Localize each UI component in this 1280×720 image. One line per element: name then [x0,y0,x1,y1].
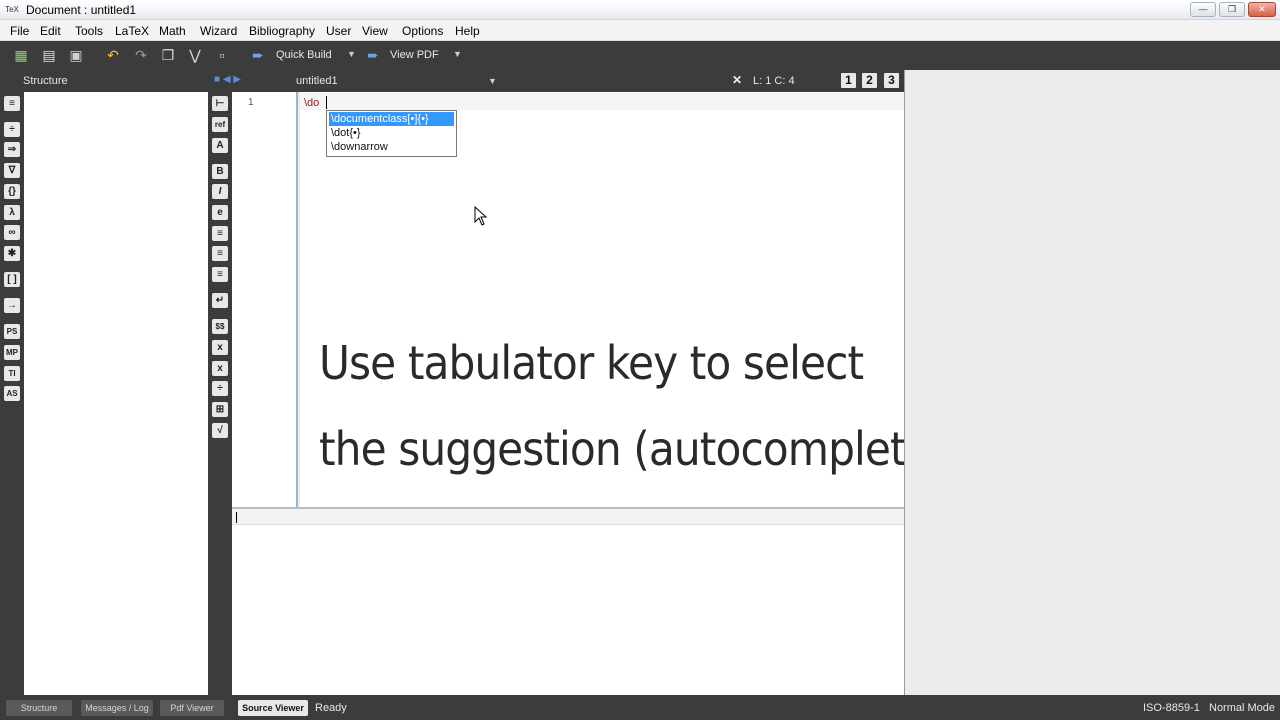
quick-build-dropdown-icon[interactable]: ▼ [347,49,356,59]
superscript-icon[interactable]: x [212,361,228,376]
matrix-icon[interactable]: ⊞ [212,402,228,417]
mouse-pointer-icon [474,206,488,226]
copy-icon[interactable]: ❐ [158,46,178,65]
nabla-icon[interactable]: ∇ [4,163,20,178]
menu-file[interactable]: File [10,24,29,38]
align-center-icon[interactable]: ≡ [212,246,228,261]
structure-title: Structure [23,75,68,87]
menu-math[interactable]: Math [159,24,186,38]
braces-icon[interactable]: {} [4,184,20,199]
cursor-position: L: 1 C: 4 [753,75,795,87]
redo-icon[interactable]: ↷ [131,46,151,65]
open-file-icon[interactable]: ▤ [39,46,59,65]
tutorial-caption-line-1: Use tabulator key to select [319,336,864,390]
menu-view[interactable]: View [362,24,388,38]
document-nav-icon[interactable]: ■ ◀ ▶ [214,74,241,85]
line-number-gutter [232,92,298,507]
viewer-panel [904,70,1280,695]
label-icon[interactable]: ⊢ [212,96,228,111]
frac-icon[interactable]: → [4,298,20,313]
menu-edit[interactable]: Edit [40,24,61,38]
subscript-icon[interactable]: x [212,340,228,355]
ti-icon[interactable]: TI [4,366,20,381]
status-message: Ready [315,702,347,714]
asterisk-icon[interactable]: ✱ [4,246,20,261]
status-tab-pdf-viewer[interactable]: Pdf Viewer [160,700,224,716]
infinity-icon[interactable]: ∞ [4,225,20,240]
editor-text: \do [304,97,320,109]
autocomplete-item-dot[interactable]: \dot{•} [329,126,454,140]
close-tab-icon[interactable]: ✕ [732,73,742,87]
app-icon: TeX [5,5,19,14]
lambda-icon[interactable]: λ [4,205,20,220]
current-line-highlight [300,93,904,110]
save-icon[interactable]: ▣ [66,46,86,65]
menu-bar: File Edit Tools LaTeX Math Wizard Biblio… [0,20,1280,41]
tutorial-caption-line-2: the suggestion (autocomplete) [319,422,947,476]
as-icon[interactable]: AS [4,386,20,401]
line-number: 1 [248,97,254,108]
math-icon[interactable]: $$ [212,319,228,334]
main-toolbar: ▦ ▤ ▣ ↶ ↷ ❐ ⋁ ▫ ➨ Quick Build ▼ ➨ View P… [0,41,1280,70]
menu-tools[interactable]: Tools [75,24,103,38]
autocomplete-item-downarrow[interactable]: \downarrow [329,140,454,154]
quick-build-run-icon[interactable]: ➨ [248,46,268,65]
menu-options[interactable]: Options [402,24,443,38]
status-tab-messages-log[interactable]: Messages / Log [81,700,153,716]
cite-icon[interactable]: A [212,138,228,153]
text-caret [326,96,327,109]
view-pdf-button[interactable]: View PDF [390,49,439,61]
maximize-button[interactable]: ❐ [1219,2,1245,17]
arrow-right-icon[interactable]: ⇒ [4,142,20,157]
bold-icon[interactable]: B [212,164,228,179]
menu-latex[interactable]: LaTeX [115,24,149,38]
structure-tree[interactable] [24,92,208,695]
divide-icon[interactable]: ÷ [4,122,20,137]
document-tab-title[interactable]: untitled1 [296,75,338,87]
view-pdf-dropdown-icon[interactable]: ▼ [453,49,462,59]
encoding-indicator[interactable]: ISO-8859-1 [1143,702,1200,714]
undo-icon[interactable]: ↶ [103,46,123,65]
menu-help[interactable]: Help [455,24,480,38]
ps-icon[interactable]: PS [4,324,20,339]
ref-icon[interactable]: ref [212,117,228,132]
view-2-button[interactable]: 2 [862,73,877,88]
minimize-button[interactable]: — [1190,2,1216,17]
list-icon[interactable]: ≡ [4,96,20,111]
messages-area[interactable] [232,525,904,695]
messages-caret [236,512,237,523]
fraction-icon[interactable]: ÷ [212,381,228,396]
italic-icon[interactable]: I [212,184,228,199]
mp-icon[interactable]: MP [4,345,20,360]
status-tab-structure[interactable]: Structure [6,700,72,716]
autocomplete-item-documentclass[interactable]: \documentclass[•]{•} [329,112,454,126]
tab-dropdown-icon[interactable]: ▼ [488,76,497,86]
cut-icon[interactable]: ⋁ [185,46,205,65]
sqrt-icon[interactable]: √ [212,423,228,438]
autocomplete-popup[interactable]: \documentclass[•]{•} \dot{•} \downarrow [326,110,457,157]
view-pdf-run-icon[interactable]: ➨ [363,46,383,65]
brackets-icon[interactable]: [ ] [4,272,20,287]
quick-build-button[interactable]: Quick Build [276,49,332,61]
new-file-icon[interactable]: ▦ [11,46,31,65]
align-left-icon[interactable]: ≡ [212,226,228,241]
mode-indicator[interactable]: Normal Mode [1209,702,1275,714]
menu-user[interactable]: User [326,24,351,38]
menu-wizard[interactable]: Wizard [200,24,237,38]
newline-icon[interactable]: ↵ [212,293,228,308]
title-bar [0,0,1280,20]
align-right-icon[interactable]: ≡ [212,267,228,282]
emph-icon[interactable]: e [212,205,228,220]
close-window-button[interactable]: ✕ [1248,2,1276,17]
view-3-button[interactable]: 3 [884,73,899,88]
window-title: Document : untitled1 [26,3,137,17]
view-1-button[interactable]: 1 [841,73,856,88]
messages-input[interactable] [232,509,904,525]
paste-icon[interactable]: ▫ [212,46,232,65]
menu-bibliography[interactable]: Bibliography [249,24,315,38]
status-tab-source-viewer[interactable]: Source Viewer [238,700,308,716]
